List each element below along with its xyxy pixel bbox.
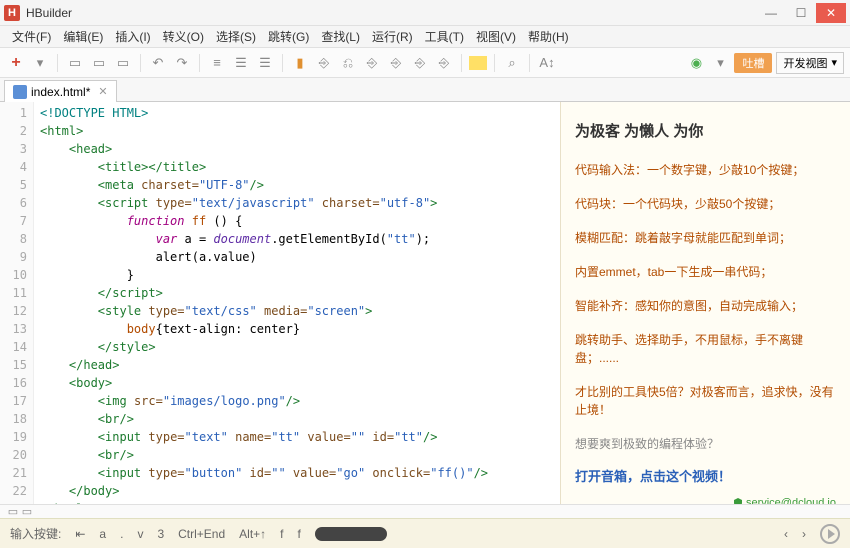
- menu-edit[interactable]: 编辑(E): [57, 26, 109, 47]
- menu-goto[interactable]: 跳转(G): [262, 26, 315, 47]
- nav-prev-icon[interactable]: ‹: [784, 527, 788, 541]
- main-area: 1234567891011121314151617181920212223 <!…: [0, 102, 850, 504]
- separator: [199, 54, 200, 72]
- video-link[interactable]: 打开音箱，点击这个视频！: [575, 466, 836, 485]
- bookmark-icon[interactable]: ▮: [290, 53, 310, 73]
- code-editor[interactable]: 1234567891011121314151617181920212223 <!…: [0, 102, 560, 504]
- menu-insert[interactable]: 插入(I): [109, 26, 156, 47]
- minimize-button[interactable]: —: [756, 3, 786, 23]
- tip-item: 内置emmet，tab一下生成一串代码；: [575, 263, 836, 281]
- tab-label: index.html*: [31, 85, 90, 99]
- tool-icon[interactable]: ⎆: [386, 53, 406, 73]
- align-left-icon[interactable]: ≡: [207, 53, 227, 73]
- maximize-button[interactable]: ☐: [786, 3, 816, 23]
- app-logo: H: [4, 5, 20, 21]
- browser-icon[interactable]: ◉: [686, 53, 706, 73]
- menu-file[interactable]: 文件(F): [6, 26, 57, 47]
- align-center-icon[interactable]: ☰: [231, 53, 251, 73]
- tip-item: 智能补齐：感知你的意图，自动完成输入；: [575, 297, 836, 315]
- tool-icon[interactable]: ⎌: [338, 53, 358, 73]
- chevron-down-icon: ▾: [831, 56, 837, 69]
- input-indicator: [315, 527, 387, 541]
- key: Alt+↑: [239, 527, 266, 541]
- service-link[interactable]: service@dcloud.io: [575, 497, 836, 504]
- tool-icon[interactable]: ⎆: [434, 53, 454, 73]
- redo-icon[interactable]: ↷: [172, 53, 192, 73]
- highlight-icon[interactable]: [469, 56, 487, 70]
- tip-item: 跳转助手、选择助手，不用鼠标，手不离键盘；......: [575, 331, 836, 367]
- status-bar: ▭ ▭: [0, 504, 850, 518]
- file-icon: [13, 85, 27, 99]
- tab-close-icon[interactable]: ✕: [98, 85, 107, 98]
- font-size-icon[interactable]: A↕: [537, 53, 557, 73]
- menu-run[interactable]: 运行(R): [366, 26, 419, 47]
- align-right-icon[interactable]: ☰: [255, 53, 275, 73]
- editor-tabs: index.html* ✕: [0, 78, 850, 102]
- feedback-button[interactable]: 吐槽: [734, 53, 772, 73]
- key: Ctrl+End: [178, 527, 225, 541]
- toolbar: + ▾ ▭ ▭ ▭ ↶ ↷ ≡ ☰ ☰ ▮ ⎆ ⎌ ⎆ ⎆ ⎆ ⎆ ⌕ A↕ ◉…: [0, 48, 850, 78]
- dropdown-icon[interactable]: ▾: [710, 53, 730, 73]
- panel-icon[interactable]: ▭: [20, 506, 34, 518]
- perspective-switcher[interactable]: 开发视图 ▾: [776, 52, 844, 74]
- separator: [461, 54, 462, 72]
- perspective-label: 开发视图: [783, 55, 827, 71]
- panel-question: 想要爽到极致的编程体验？: [575, 435, 836, 452]
- play-button[interactable]: [820, 524, 840, 544]
- service-email: service@dcloud.io: [746, 497, 836, 504]
- tip-item: 代码输入法：一个数字键，少敲10个按键；: [575, 161, 836, 179]
- close-button[interactable]: ✕: [816, 3, 846, 23]
- line-gutter: 1234567891011121314151617181920212223: [0, 102, 34, 504]
- tab-index-html[interactable]: index.html* ✕: [4, 80, 117, 102]
- nav-prev-icon[interactable]: ⇤: [75, 527, 85, 541]
- welcome-panel: 为极客 为懒人 为你 代码输入法：一个数字键，少敲10个按键； 代码块：一个代码…: [560, 102, 850, 504]
- key: v: [137, 527, 143, 541]
- tip-item: 代码块：一个代码块，少敲50个按键；: [575, 195, 836, 213]
- new-icon[interactable]: +: [6, 53, 26, 73]
- tool-icon[interactable]: ⎆: [314, 53, 334, 73]
- keystroke-label: 输入按键:: [10, 525, 61, 542]
- console-icon[interactable]: ▭: [6, 506, 20, 518]
- key: f: [298, 527, 301, 541]
- app-title: HBuilder: [26, 6, 756, 20]
- separator: [57, 54, 58, 72]
- tip-item: 才比别的工具快5倍？对极客而言，追求快，没有止境！: [575, 383, 836, 419]
- separator: [529, 54, 530, 72]
- code-content[interactable]: <!DOCTYPE HTML> <html> <head> <title></t…: [34, 102, 560, 504]
- nav-next-icon[interactable]: ›: [802, 527, 806, 541]
- key: a: [99, 527, 106, 541]
- copy-icon[interactable]: ▭: [113, 53, 133, 73]
- separator: [494, 54, 495, 72]
- separator: [140, 54, 141, 72]
- tool-icon[interactable]: ⎆: [410, 53, 430, 73]
- panel-heading: 为极客 为懒人 为你: [575, 120, 836, 141]
- menu-view[interactable]: 视图(V): [470, 26, 522, 47]
- undo-icon[interactable]: ↶: [148, 53, 168, 73]
- menu-find[interactable]: 查找(L): [315, 26, 366, 47]
- menubar: 文件(F) 编辑(E) 插入(I) 转义(O) 选择(S) 跳转(G) 查找(L…: [0, 26, 850, 48]
- saveall-icon[interactable]: ▭: [89, 53, 109, 73]
- search-icon[interactable]: ⌕: [502, 53, 522, 73]
- window-controls: — ☐ ✕: [756, 3, 846, 23]
- titlebar: H HBuilder — ☐ ✕: [0, 0, 850, 26]
- keystroke-bar: 输入按键: ⇤ a . v 3 Ctrl+End Alt+↑ f f ‹ ›: [0, 518, 850, 548]
- tip-item: 模糊匹配：跳着敲字母就能匹配到单词；: [575, 229, 836, 247]
- save-icon[interactable]: ▭: [65, 53, 85, 73]
- key: 3: [157, 527, 164, 541]
- key: .: [120, 527, 123, 541]
- tool-icon[interactable]: ⎆: [362, 53, 382, 73]
- menu-help[interactable]: 帮助(H): [522, 26, 575, 47]
- separator: [282, 54, 283, 72]
- menu-tools[interactable]: 工具(T): [419, 26, 470, 47]
- menu-escape[interactable]: 转义(O): [157, 26, 210, 47]
- dropdown-icon[interactable]: ▾: [30, 53, 50, 73]
- key: f: [280, 527, 283, 541]
- menu-select[interactable]: 选择(S): [210, 26, 262, 47]
